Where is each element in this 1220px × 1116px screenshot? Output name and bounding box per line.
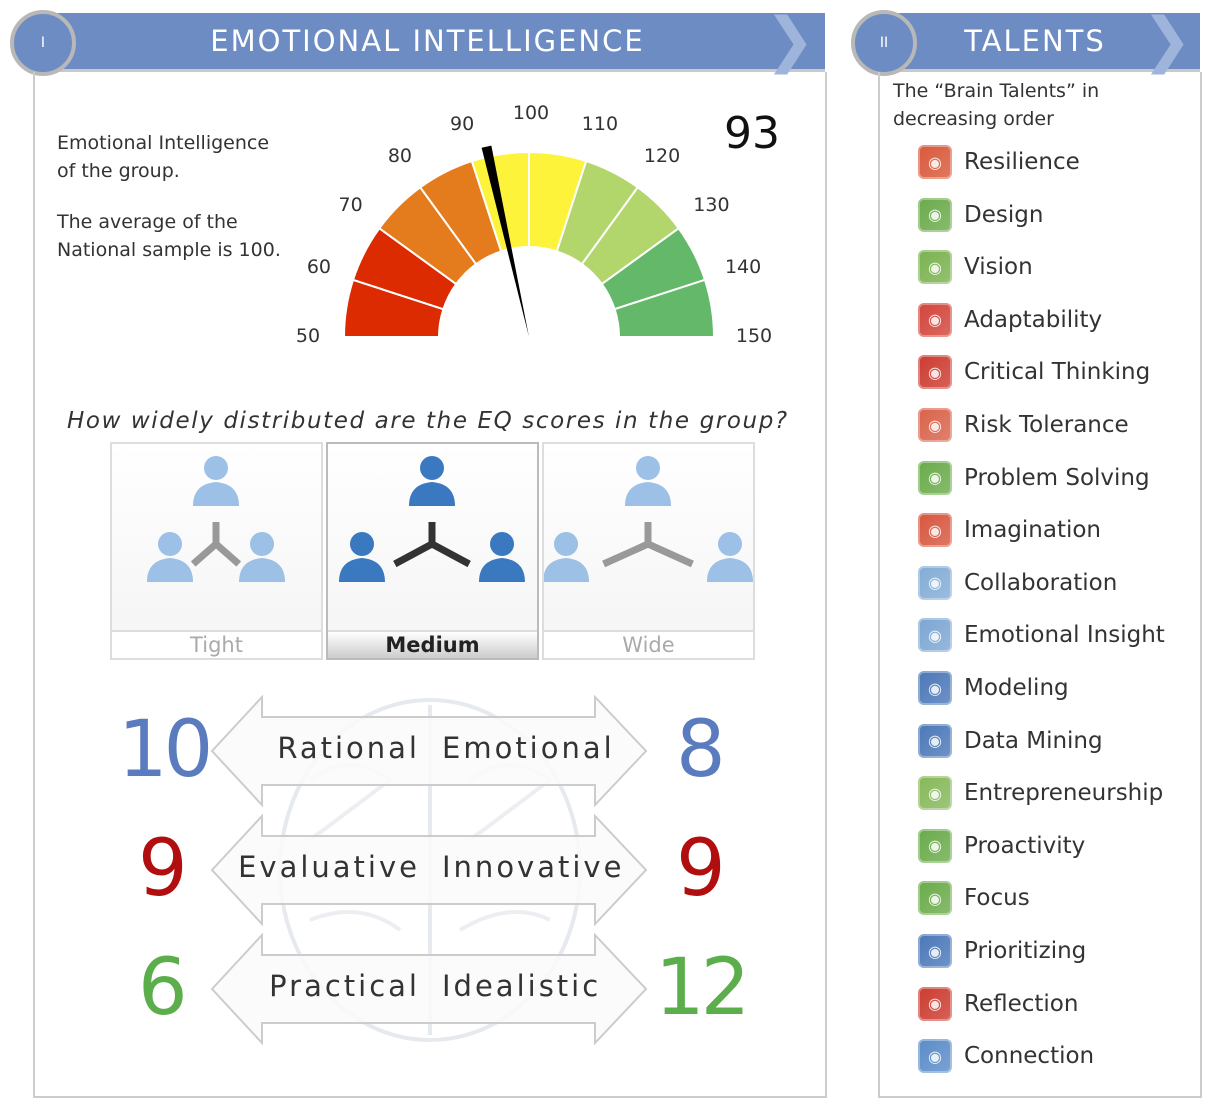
- entrepreneurship-icon: ◉: [918, 776, 952, 811]
- talent-label: Focus: [964, 885, 1030, 912]
- talent-item: ◉ Imagination: [918, 510, 1101, 550]
- left-trait-label: Practical: [269, 969, 420, 1003]
- talent-item: ◉ Prioritizing: [918, 931, 1086, 971]
- left-score: 6: [138, 943, 188, 1033]
- talent-item: ◉ Modeling: [918, 668, 1069, 708]
- design-icon: ◉: [918, 197, 952, 232]
- talent-item: ◉ Connection: [918, 1036, 1094, 1076]
- modeling-icon: ◉: [918, 671, 952, 705]
- right-score: 12: [655, 943, 750, 1033]
- talent-label: Problem Solving: [964, 464, 1150, 491]
- problem-solving-icon: ◉: [918, 460, 952, 495]
- focus-icon: ◉: [918, 881, 952, 916]
- talent-label: Prioritizing: [964, 938, 1087, 964]
- imagination-icon: ◉: [918, 513, 952, 548]
- section-number-badge: II: [851, 10, 917, 76]
- distribution-option-wide[interactable]: Wide: [542, 442, 755, 660]
- talent-item: ◉ Proactivity: [918, 826, 1085, 866]
- talent-label: Collaboration: [964, 569, 1118, 596]
- left-trait-label: Rational: [277, 731, 420, 765]
- gauge-tick-label: 80: [387, 144, 413, 167]
- left-trait-label: Evaluative: [238, 850, 420, 884]
- gauge-score: 93: [724, 108, 780, 159]
- gauge-tick-label: 50: [295, 325, 321, 347]
- distribution-option-label: Tight: [112, 630, 321, 658]
- talent-item: ◉ Critical Thinking: [918, 352, 1150, 392]
- talent-item: ◉ Resilience: [918, 142, 1080, 182]
- section-title: TALENTS: [964, 24, 1106, 58]
- chevron-right-icon: ❯: [1141, 5, 1194, 75]
- emotional-insight-icon: ◉: [918, 618, 952, 653]
- talent-label: Proactivity: [964, 832, 1086, 859]
- connection-icon: ◉: [918, 1039, 952, 1074]
- gauge-tick-label: 70: [338, 193, 363, 216]
- left-score: 9: [138, 824, 188, 914]
- talent-label: Connection: [964, 1043, 1095, 1070]
- talent-item: ◉ Emotional Insight: [918, 615, 1165, 655]
- talent-label: Modeling: [964, 675, 1069, 701]
- talent-label: Data Mining: [964, 727, 1103, 754]
- distribution-option-label: Medium: [328, 630, 537, 658]
- gauge-tick-label: 60: [306, 256, 331, 279]
- resilience-icon: ◉: [918, 145, 952, 179]
- left-score: 10: [118, 705, 213, 795]
- section-header-talents: TALENTS ❯: [880, 5, 1200, 75]
- talent-item: ◉ Entrepreneurship: [918, 773, 1163, 813]
- gauge-tick-label: 130: [693, 193, 730, 216]
- prioritizing-icon: ◉: [918, 934, 952, 968]
- talent-label: Adaptability: [964, 306, 1103, 333]
- distribution-option-label: Wide: [544, 630, 753, 658]
- distribution-people-icon: [339, 456, 525, 582]
- talent-item: ◉ Collaboration: [918, 563, 1117, 603]
- gauge-tick-label: 140: [724, 256, 762, 279]
- distribution-option-tight[interactable]: Tight: [110, 442, 323, 660]
- talent-label: Emotional Insight: [964, 622, 1165, 649]
- critical-thinking-icon: ◉: [918, 355, 952, 390]
- talent-item: ◉ Design: [918, 195, 1043, 235]
- gauge-tick-label: 100: [512, 102, 550, 124]
- talent-item: ◉ Problem Solving: [918, 458, 1150, 498]
- right-trait-label: Idealistic: [442, 969, 602, 1003]
- distribution-people-icon: [543, 456, 753, 582]
- talent-item: ◉ Vision: [918, 247, 1033, 287]
- talent-item: ◉ Reflection: [918, 984, 1078, 1024]
- gauge-tick-label: 90: [449, 112, 475, 135]
- distribution-question: How widely distributed are the EQ scores…: [67, 408, 789, 434]
- risk-tolerance-icon: ◉: [918, 408, 952, 442]
- talent-item: ◉ Adaptability: [918, 300, 1102, 340]
- talent-label: Vision: [964, 254, 1033, 281]
- talent-label: Entrepreneurship: [964, 780, 1164, 807]
- talent-label: Reflection: [964, 990, 1079, 1017]
- collaboration-icon: ◉: [918, 565, 952, 600]
- talent-item: ◉ Risk Tolerance: [918, 405, 1129, 445]
- proactivity-icon: ◉: [918, 828, 952, 863]
- adaptability-icon: ◉: [918, 302, 952, 337]
- talent-label: Resilience: [964, 149, 1080, 175]
- talent-label: Risk Tolerance: [964, 412, 1129, 438]
- vision-icon: ◉: [918, 250, 952, 285]
- reflection-icon: ◉: [918, 986, 952, 1021]
- data-mining-icon: ◉: [918, 723, 952, 758]
- talent-label: Imagination: [964, 517, 1102, 544]
- distribution-option-medium[interactable]: Medium: [326, 442, 539, 660]
- gauge-tick-label: 120: [643, 144, 681, 167]
- distribution-people-icon: [147, 456, 285, 582]
- gauge-tick-label: 150: [735, 325, 773, 347]
- talents-description: The “Brain Talents” in decreasing order: [893, 80, 1100, 130]
- talent-item: ◉ Focus: [918, 878, 1030, 918]
- talent-item: ◉ Data Mining: [918, 721, 1103, 761]
- talent-label: Design: [964, 201, 1044, 228]
- right-score: 9: [676, 824, 726, 914]
- right-trait-label: Emotional: [442, 731, 615, 765]
- right-score: 8: [676, 705, 726, 795]
- gauge-tick-label: 110: [581, 112, 619, 135]
- right-trait-label: Innovative: [442, 850, 625, 884]
- talent-label: Critical Thinking: [964, 359, 1151, 386]
